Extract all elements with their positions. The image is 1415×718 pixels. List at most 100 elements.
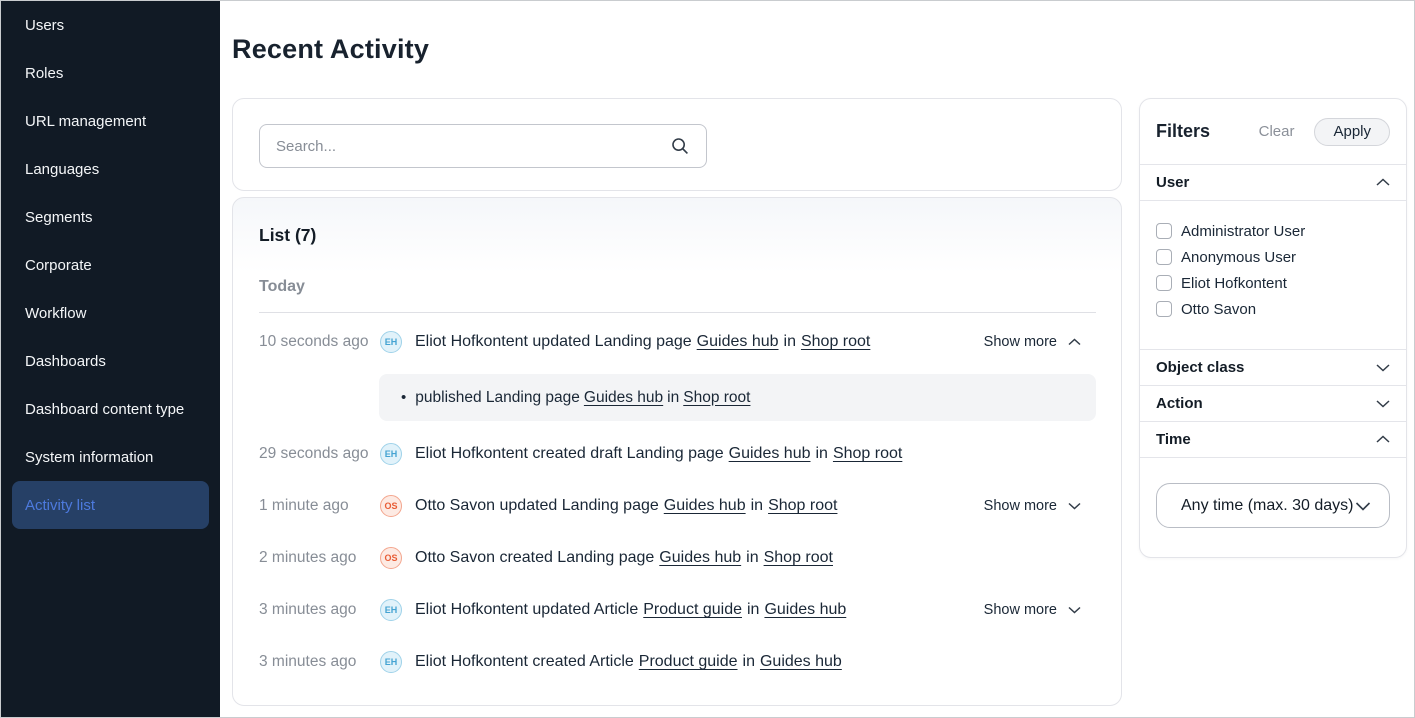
avatar: EH: [380, 651, 402, 673]
show-more-label: Show more: [984, 334, 1057, 350]
sidebar-item-roles[interactable]: Roles: [12, 49, 209, 97]
time-range-select[interactable]: Any time (max. 30 days): [1156, 483, 1390, 528]
sidebar-item-label: URL management: [25, 113, 146, 130]
sidebar-item-url-management[interactable]: URL management: [12, 97, 209, 145]
detail-text: published Landing page Guides hub in Sho…: [415, 389, 750, 407]
sidebar-item-label: Languages: [25, 161, 99, 178]
divider: [259, 312, 1096, 313]
detail-text-segment: published Landing page: [415, 389, 580, 407]
search-icon[interactable]: [670, 136, 690, 156]
content-link[interactable]: Guides hub: [659, 549, 741, 567]
location-link[interactable]: Shop root: [764, 549, 833, 567]
sidebar: Users Roles URL management Languages Seg…: [1, 1, 220, 717]
avatar: OS: [380, 495, 402, 517]
sidebar-item-segments[interactable]: Segments: [12, 193, 209, 241]
content-link[interactable]: Guides hub: [664, 497, 746, 515]
avatar: EH: [380, 331, 402, 353]
content-link[interactable]: Guides hub: [697, 333, 779, 351]
chevron-up-icon: [1376, 435, 1390, 444]
activity-row: 2 minutes ago OS Otto Savon created Land…: [233, 544, 1121, 572]
location-link[interactable]: Shop root: [801, 333, 870, 351]
checkbox[interactable]: [1156, 301, 1172, 317]
location-link[interactable]: Shop root: [768, 497, 837, 515]
location-link[interactable]: Guides hub: [760, 653, 842, 671]
checkbox[interactable]: [1156, 249, 1172, 265]
filter-section-user[interactable]: User: [1140, 165, 1406, 201]
content-link[interactable]: Product guide: [639, 653, 738, 671]
sidebar-item-activity-list[interactable]: Activity list: [12, 481, 209, 529]
activity-timestamp: 3 minutes ago: [259, 601, 380, 619]
show-more-button[interactable]: Show more: [984, 602, 1081, 618]
activity-timestamp: 3 minutes ago: [259, 653, 380, 671]
activity-text-segment: Eliot Hofkontent updated Article: [415, 601, 638, 619]
activity-row: 29 seconds ago EH Eliot Hofkontent creat…: [233, 440, 1121, 468]
sidebar-item-label: System information: [25, 449, 153, 466]
avatar: EH: [380, 599, 402, 621]
activity-rows: 10 seconds ago EH Eliot Hofkontent updat…: [233, 328, 1121, 700]
content-link[interactable]: Guides hub: [729, 445, 811, 463]
clear-filters-button[interactable]: Clear: [1259, 123, 1295, 140]
content-link[interactable]: Guides hub: [584, 389, 663, 407]
show-more-label: Show more: [984, 602, 1057, 618]
filter-option-anonymous-user[interactable]: Anonymous User: [1156, 244, 1390, 270]
chevron-down-icon: [1068, 602, 1081, 618]
filter-option-administrator-user[interactable]: Administrator User: [1156, 218, 1390, 244]
sidebar-item-system-information[interactable]: System information: [12, 433, 209, 481]
filter-section-label: Object class: [1156, 359, 1244, 376]
location-link[interactable]: Shop root: [683, 389, 750, 407]
content-link[interactable]: Product guide: [643, 601, 742, 619]
sidebar-item-label: Users: [25, 17, 64, 34]
chevron-down-icon: [1068, 498, 1081, 514]
show-more-button[interactable]: Show more: [984, 498, 1081, 514]
sidebar-item-dashboard-content-type[interactable]: Dashboard content type: [12, 385, 209, 433]
filter-section-time[interactable]: Time: [1140, 422, 1406, 458]
activity-text: Eliot Hofkontent created draft Landing p…: [415, 445, 902, 463]
activity-timestamp: 10 seconds ago: [259, 333, 380, 351]
detail-text-segment: in: [667, 389, 679, 407]
filters-panel: Filters Clear Apply User Administrator U…: [1139, 98, 1407, 558]
checkbox[interactable]: [1156, 275, 1172, 291]
filter-option-otto-savon[interactable]: Otto Savon: [1156, 296, 1390, 322]
location-link[interactable]: Guides hub: [764, 601, 846, 619]
activity-row: 3 minutes ago EH Eliot Hofkontent create…: [233, 648, 1121, 676]
avatar: OS: [380, 547, 402, 569]
search-box: [259, 124, 707, 168]
show-more-label: Show more: [984, 498, 1057, 514]
bullet-icon: •: [401, 389, 406, 406]
chevron-down-icon: [1376, 399, 1390, 408]
activity-text-segment: in: [747, 601, 759, 619]
sidebar-item-label: Roles: [25, 65, 63, 82]
checkbox[interactable]: [1156, 223, 1172, 239]
sidebar-item-corporate[interactable]: Corporate: [12, 241, 209, 289]
activity-list-card: List (7) Today 10 seconds ago EH Eliot H…: [232, 197, 1122, 706]
search-input[interactable]: [260, 125, 670, 167]
sidebar-item-label: Workflow: [25, 305, 86, 322]
checkbox-label: Anonymous User: [1181, 249, 1296, 266]
sidebar-item-workflow[interactable]: Workflow: [12, 289, 209, 337]
show-more-button[interactable]: Show more: [984, 334, 1081, 350]
filter-option-eliot-hofkontent[interactable]: Eliot Hofkontent: [1156, 270, 1390, 296]
activity-text: Otto Savon created Landing page Guides h…: [415, 549, 833, 567]
filter-section-object-class[interactable]: Object class: [1140, 350, 1406, 386]
sidebar-item-label: Activity list: [25, 497, 95, 514]
activity-row: 10 seconds ago EH Eliot Hofkontent updat…: [233, 328, 1121, 356]
activity-row: 3 minutes ago EH Eliot Hofkontent update…: [233, 596, 1121, 624]
sidebar-item-dashboards[interactable]: Dashboards: [12, 337, 209, 385]
sidebar-item-languages[interactable]: Languages: [12, 145, 209, 193]
location-link[interactable]: Shop root: [833, 445, 902, 463]
search-card: [232, 98, 1122, 191]
activity-text: Otto Savon updated Landing page Guides h…: [415, 497, 837, 515]
chevron-up-icon: [1068, 334, 1081, 350]
activity-row: 1 minute ago OS Otto Savon updated Landi…: [233, 492, 1121, 520]
filters-header: Filters Clear Apply: [1140, 99, 1406, 165]
sidebar-item-users[interactable]: Users: [12, 1, 209, 49]
sidebar-item-label: Segments: [25, 209, 93, 226]
activity-text: Eliot Hofkontent updated Landing page Gu…: [415, 333, 870, 351]
filter-section-label: Time: [1156, 431, 1191, 448]
filter-section-action[interactable]: Action: [1140, 386, 1406, 422]
apply-filters-button[interactable]: Apply: [1314, 118, 1390, 146]
chevron-down-icon: [1376, 363, 1390, 372]
activity-text-segment: Otto Savon created Landing page: [415, 549, 654, 567]
activity-timestamp: 2 minutes ago: [259, 549, 380, 567]
activity-text-segment: Eliot Hofkontent updated Landing page: [415, 333, 692, 351]
